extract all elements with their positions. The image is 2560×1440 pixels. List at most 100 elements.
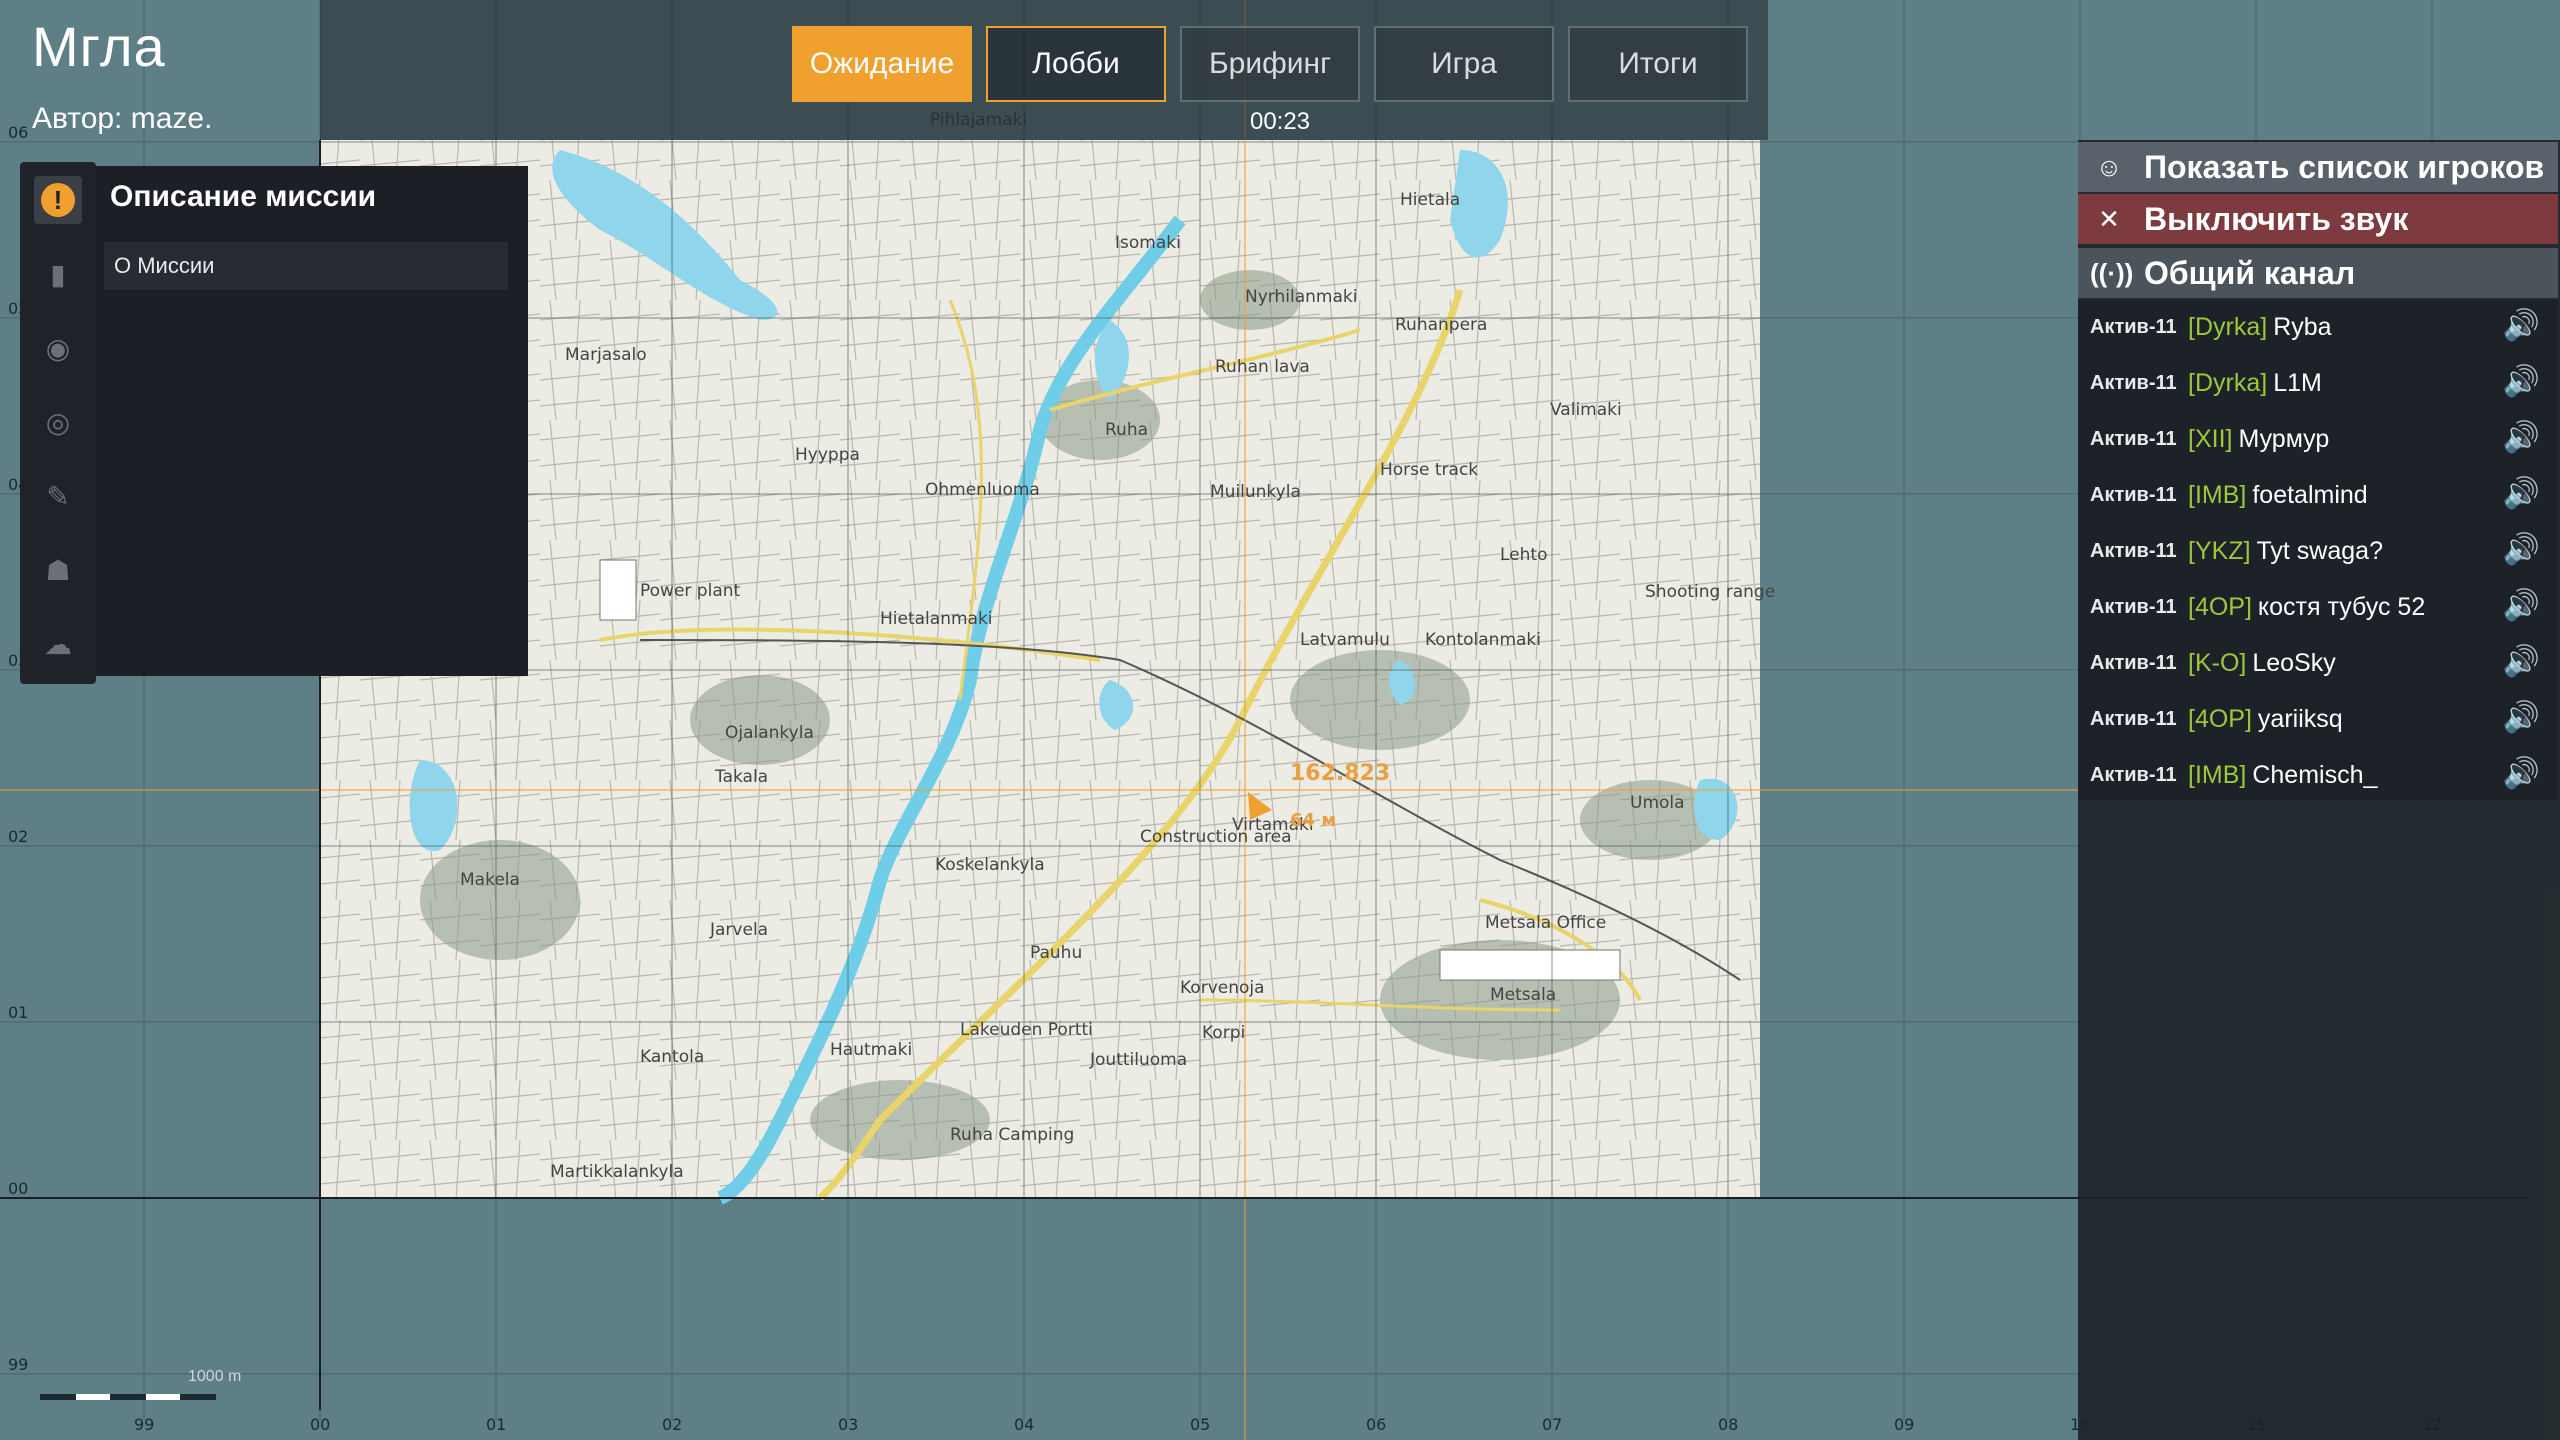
- speaker-icon[interactable]: 🔊: [2503, 532, 2540, 567]
- player-row[interactable]: Актив-11 [YKZ] Tyt swaga? 🔊: [2078, 524, 2558, 578]
- pencil-tool-button[interactable]: ✎: [34, 472, 82, 520]
- grid-label-y: 00: [8, 1179, 28, 1198]
- player-name: foetalmind: [2252, 480, 2368, 509]
- mute-button[interactable]: ✕ Выключить звук: [2078, 194, 2558, 244]
- speaker-icon[interactable]: 🔊: [2503, 308, 2540, 343]
- speaker-icon[interactable]: 🔊: [2503, 588, 2540, 623]
- place-name: Ojalankyla: [725, 723, 814, 743]
- tab-lobby[interactable]: Лобби: [986, 26, 1166, 102]
- speaker-icon[interactable]: 🔊: [2503, 700, 2540, 735]
- place-name: Makela: [460, 870, 520, 890]
- place-name: Jarvela: [709, 920, 768, 940]
- scale-label: 1000 m: [188, 1368, 242, 1385]
- speaker-icon[interactable]: 🔊: [2503, 420, 2540, 455]
- player-tag: [XII]: [2188, 424, 2233, 453]
- place-name: Valimaki: [1550, 400, 1622, 420]
- player-name: Мурмур: [2238, 424, 2330, 453]
- target-icon: ◎: [45, 406, 71, 438]
- marker-distance: 64 м: [1290, 810, 1336, 831]
- briefing-header: Описание миссии: [110, 180, 377, 213]
- rifle-tool-button[interactable]: ▮: [34, 250, 82, 298]
- briefing-item-about[interactable]: О Миссии: [104, 242, 508, 290]
- player-rank: Актив-11: [2090, 651, 2177, 674]
- place-name: Lakeuden Portti: [960, 1020, 1093, 1040]
- place-name: Hautmaki: [830, 1040, 912, 1060]
- player-rank: Актив-11: [2090, 315, 2177, 338]
- speaker-icon[interactable]: 🔊: [2503, 756, 2540, 791]
- grid-label-x: 04: [1014, 1415, 1034, 1434]
- player-name: L1M: [2273, 368, 2322, 397]
- warning-icon: !: [41, 183, 75, 217]
- player-name: Chemisch_: [2252, 760, 2378, 789]
- player-row[interactable]: Актив-11 [Dyrka] L1M 🔊: [2078, 356, 2558, 410]
- player-tag: [YKZ]: [2188, 536, 2251, 565]
- player-row[interactable]: Актив-11 [4OP] костя тубус 52 🔊: [2078, 580, 2558, 634]
- place-name: Kontolanmaki: [1425, 630, 1541, 650]
- player-row[interactable]: Актив-11 [K-O] LeoSky 🔊: [2078, 636, 2558, 690]
- player-tag: [K-O]: [2188, 648, 2247, 677]
- player-rank: Актив-11: [2090, 595, 2177, 618]
- speaker-icon[interactable]: 🔊: [2503, 476, 2540, 511]
- place-name: Kantola: [640, 1047, 704, 1067]
- place-name: Martikkalankyla: [550, 1162, 684, 1182]
- place-name: Metsala: [1490, 985, 1556, 1005]
- broadcast-icon: ((·)): [2090, 257, 2134, 288]
- place-name: Jouttiluoma: [1089, 1050, 1187, 1070]
- place-name: Construction area: [1140, 827, 1292, 847]
- grid-label-x: 08: [1718, 1415, 1738, 1434]
- player-name: LeoSky: [2252, 648, 2336, 677]
- compass-tool-button[interactable]: ◉: [34, 324, 82, 372]
- place-name: Ohmenluoma: [925, 480, 1040, 500]
- grid-label-y: 06: [8, 123, 28, 142]
- place-name: Koskelankyla: [935, 855, 1045, 875]
- players-list: Актив-11 [Dyrka] Ryba 🔊 Актив-11 [Dyrka]…: [2078, 300, 2558, 800]
- place-name: Marjasalo: [565, 345, 647, 365]
- cloud-icon: ☁: [44, 628, 72, 660]
- tab-results[interactable]: Итоги: [1568, 26, 1748, 102]
- place-name: Ruhan lava: [1215, 357, 1310, 377]
- tab-waiting[interactable]: Ожидание: [792, 26, 972, 102]
- show-players-button[interactable]: ☺ Показать список игроков: [2078, 142, 2558, 192]
- grid-label-x: 07: [1542, 1415, 1562, 1434]
- warning-tool-button[interactable]: !: [34, 176, 82, 224]
- grid-label-x: 03: [838, 1415, 858, 1434]
- player-row[interactable]: Актив-11 [XII] Мурмур 🔊: [2078, 412, 2558, 466]
- tab-game[interactable]: Игра: [1374, 26, 1554, 102]
- player-rank: Актив-11: [2090, 483, 2177, 506]
- player-rank: Актив-11: [2090, 763, 2177, 786]
- player-row[interactable]: Актив-11 [Dyrka] Ryba 🔊: [2078, 300, 2558, 354]
- cloud-tool-button[interactable]: ☁: [34, 620, 82, 668]
- pencil-icon: ✎: [46, 480, 70, 512]
- player-row[interactable]: Актив-11 [IMB] foetalmind 🔊: [2078, 468, 2558, 522]
- player-tag: [IMB]: [2188, 480, 2247, 509]
- channel-button[interactable]: ((·)) Общий канал: [2078, 248, 2558, 298]
- speaker-icon[interactable]: 🔊: [2503, 644, 2540, 679]
- tab-briefing[interactable]: Брифинг: [1180, 26, 1360, 102]
- grid-label-y: 01: [8, 1003, 28, 1022]
- player-rank: Актив-11: [2090, 371, 2177, 394]
- rifle-icon: ▮: [50, 258, 66, 290]
- place-name: Umola: [1630, 793, 1685, 813]
- target-tool-button[interactable]: ◎: [34, 398, 82, 446]
- place-name: Latvamulu: [1300, 630, 1390, 650]
- channel-label: Общий канал: [2144, 254, 2356, 291]
- place-name: Metsala Office: [1485, 913, 1606, 933]
- player-tag: [Dyrka]: [2188, 312, 2268, 341]
- place-name: Korpi: [1202, 1023, 1245, 1043]
- speaker-icon[interactable]: 🔊: [2503, 364, 2540, 399]
- place-name: Muilunkyla: [1210, 482, 1301, 502]
- soldier-tool-button[interactable]: ☗: [34, 546, 82, 594]
- player-name: yariiksq: [2257, 704, 2343, 733]
- place-name: Isomaki: [1115, 233, 1181, 253]
- player-row[interactable]: Актив-11 [IMB] Chemisch_ 🔊: [2078, 748, 2558, 802]
- place-name: Lehto: [1500, 545, 1547, 565]
- grid-label-x: 05: [1190, 1415, 1210, 1434]
- place-name: Ruhanpera: [1395, 315, 1487, 335]
- mission-title: Мгла: [32, 15, 166, 78]
- player-rank: Актив-11: [2090, 427, 2177, 450]
- player-row[interactable]: Актив-11 [4OP] yariiksq 🔊: [2078, 692, 2558, 746]
- mute-label: Выключить звук: [2144, 200, 2409, 237]
- grid-label-x: 01: [486, 1415, 506, 1434]
- place-name: Pauhu: [1030, 943, 1082, 963]
- speaker-muted-icon: ✕: [2098, 203, 2120, 234]
